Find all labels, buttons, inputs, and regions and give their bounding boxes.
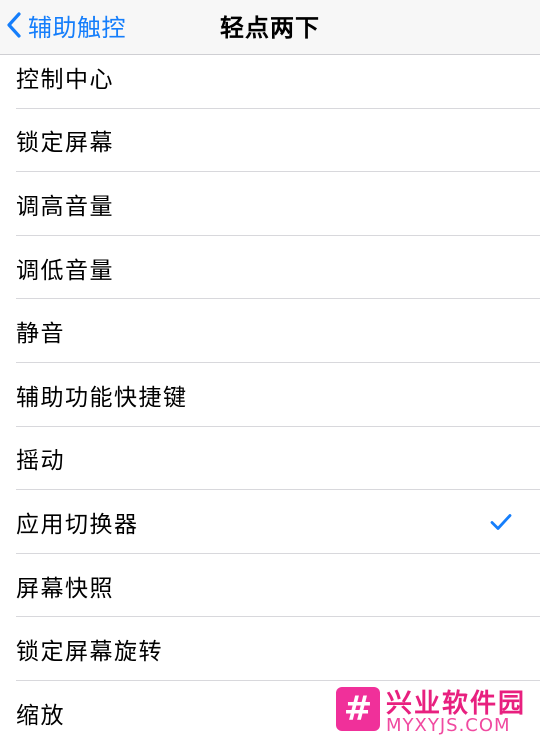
list-item-label: 控制中心 [16, 66, 114, 93]
list-item-control-center[interactable]: 控制中心 [0, 45, 540, 109]
list-item-label: 摇动 [16, 448, 65, 475]
list-item-label: 辅助功能快捷键 [16, 384, 188, 411]
list-item-label: 调高音量 [16, 193, 114, 220]
list-item-label: 锁定屏幕旋转 [16, 639, 163, 666]
watermark-logo-glyph: # [343, 689, 373, 729]
list-item-shake[interactable]: 摇动 [0, 427, 540, 491]
watermark-logo-icon: # [336, 687, 380, 731]
list-item-volume-down[interactable]: 调低音量 [0, 236, 540, 300]
list-item-screenshot[interactable]: 屏幕快照 [0, 554, 540, 618]
list-item-app-switcher[interactable]: 应用切换器 [0, 490, 540, 554]
page-title: 轻点两下 [220, 14, 320, 42]
watermark: # 兴业软件园 MYXYJS.COM [326, 681, 540, 743]
list-item-volume-up[interactable]: 调高音量 [0, 172, 540, 236]
list-item-lock-rotation[interactable]: 锁定屏幕旋转 [0, 617, 540, 681]
list-item-mute[interactable]: 静音 [0, 299, 540, 363]
action-list: 控制中心 锁定屏幕 调高音量 调低音量 静音 辅助功能快捷键 摇动 应用切换器 … [0, 45, 540, 745]
list-item-label: 静音 [16, 321, 65, 348]
list-item-label: 锁定屏幕 [16, 130, 114, 157]
list-item-label: 调低音量 [16, 257, 114, 284]
list-item-label: 应用切换器 [16, 511, 139, 538]
list-item-lock-screen[interactable]: 锁定屏幕 [0, 109, 540, 173]
list-item-label: 屏幕快照 [16, 575, 114, 602]
checkmark-icon [490, 513, 512, 531]
list-item-label: 缩放 [16, 702, 65, 729]
list-item-accessibility-shortcut[interactable]: 辅助功能快捷键 [0, 363, 540, 427]
watermark-url: MYXYJS.COM [386, 715, 511, 736]
